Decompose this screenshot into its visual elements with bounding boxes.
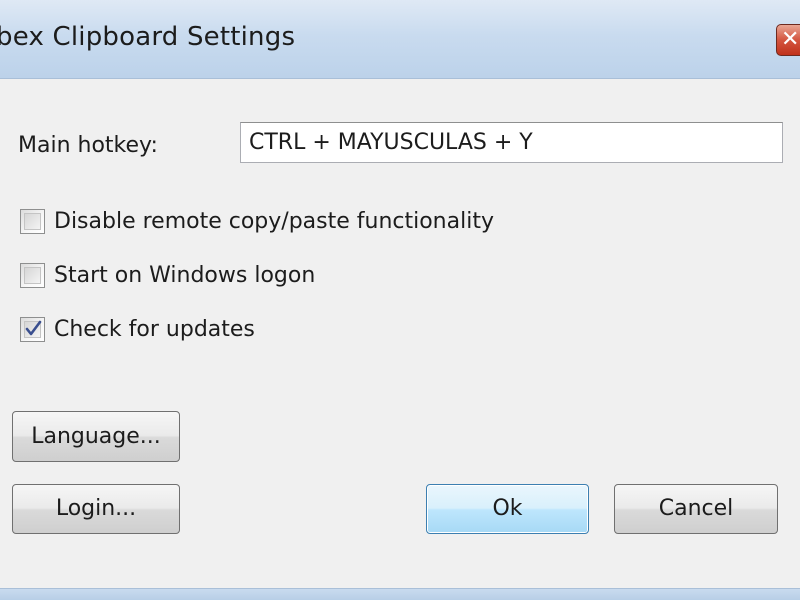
close-icon: ✕: [781, 27, 800, 52]
checkbox-box: [24, 267, 41, 284]
ok-button[interactable]: Ok: [426, 484, 589, 534]
main-hotkey-input[interactable]: CTRL + MAYUSCULAS + Y: [240, 122, 783, 163]
window-bottom-frame: [0, 588, 800, 600]
settings-dialog: bex Clipboard Settings ✕ Main hotkey: CT…: [0, 0, 800, 600]
start-on-windows-logon-checkbox[interactable]: [20, 263, 45, 288]
window-title: bex Clipboard Settings: [0, 22, 296, 52]
start-on-windows-logon-label[interactable]: Start on Windows logon: [54, 263, 315, 288]
cancel-button[interactable]: Cancel: [614, 484, 778, 534]
disable-remote-copy-paste-label[interactable]: Disable remote copy/paste functionality: [54, 209, 494, 234]
check-for-updates-checkbox[interactable]: [20, 317, 45, 342]
disable-remote-copy-paste-checkbox[interactable]: [20, 209, 45, 234]
close-button[interactable]: ✕: [776, 24, 800, 56]
title-bar[interactable]: bex Clipboard Settings ✕: [0, 0, 800, 79]
check-for-updates-label[interactable]: Check for updates: [54, 317, 255, 342]
main-hotkey-label: Main hotkey:: [18, 133, 158, 158]
login-button[interactable]: Login...: [12, 484, 180, 534]
checkmark-icon: [25, 320, 42, 336]
language-button[interactable]: Language...: [12, 411, 180, 462]
checkbox-box: [24, 213, 41, 230]
